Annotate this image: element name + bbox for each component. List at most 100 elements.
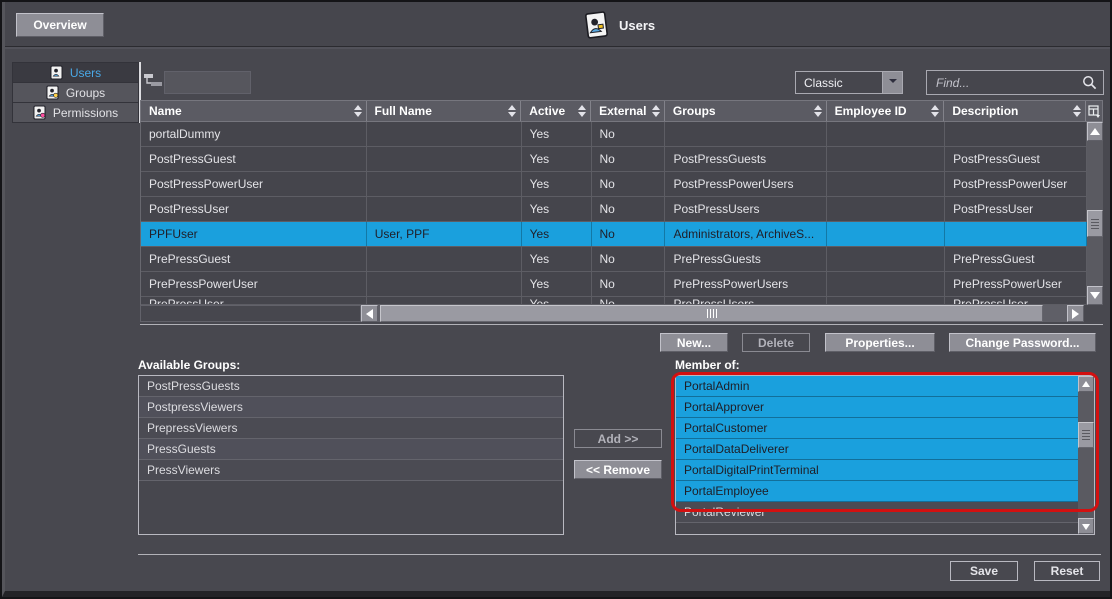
sort-icon[interactable] — [652, 105, 660, 117]
section-divider — [140, 324, 1103, 325]
available-group-PrepressViewers[interactable]: PrepressViewers — [139, 418, 563, 439]
available-groups-list[interactable]: PostPressGuestsPostpressViewersPrepressV… — [138, 375, 564, 535]
tree-hierarchy-icon[interactable] — [144, 73, 162, 88]
member-scroll-thumb[interactable] — [1078, 422, 1094, 448]
cell-external: No — [592, 247, 666, 271]
sort-icon[interactable] — [508, 105, 516, 117]
cell-employee-id — [827, 222, 945, 246]
table-row-PrePressPowerUser[interactable]: PrePressPowerUserYesNoPrePressPowerUsers… — [141, 272, 1087, 297]
table-row-portalDummy[interactable]: portalDummyYesNo — [141, 122, 1087, 147]
sidebar-item-label: Permissions — [53, 106, 118, 120]
cell-external: No — [592, 122, 666, 146]
member-group-PortalApprover[interactable]: PortalApprover — [676, 397, 1078, 418]
scroll-left-button[interactable] — [361, 305, 378, 322]
table-row-PostPressGuest[interactable]: PostPressGuestYesNoPostPressGuestsPostPr… — [141, 147, 1087, 172]
member-list-scrollbar[interactable] — [1078, 376, 1094, 534]
sort-icon[interactable] — [578, 105, 586, 117]
properties-button[interactable]: Properties... — [825, 333, 935, 352]
horizontal-scroll-thumb[interactable] — [380, 305, 1043, 322]
view-mode-value: Classic — [796, 76, 882, 90]
sort-icon[interactable] — [1073, 105, 1081, 117]
cell-groups: PrePressUsers — [665, 297, 827, 304]
table-horizontal-scrollbar[interactable] — [140, 305, 1103, 322]
cell-employee-id — [827, 122, 945, 146]
cell-employee-id — [827, 247, 945, 271]
remove-button[interactable]: << Remove — [574, 460, 662, 479]
vertical-scroll-thumb[interactable] — [1087, 210, 1103, 237]
cell-external: No — [592, 147, 666, 171]
cell-active: Yes — [522, 297, 592, 304]
cell-external: No — [592, 197, 666, 221]
view-mode-select[interactable]: Classic — [795, 71, 903, 94]
column-header-employee-id[interactable]: Employee ID — [827, 101, 945, 121]
column-header-external[interactable]: External — [591, 101, 665, 121]
table-vertical-scrollbar[interactable] — [1087, 122, 1103, 305]
member-group-PortalCustomer[interactable]: PortalCustomer — [676, 418, 1078, 439]
search-icon[interactable] — [1082, 75, 1097, 90]
table-row-PPFUser[interactable]: PPFUserUser, PPFYesNoAdministrators, Arc… — [141, 222, 1087, 247]
sort-icon[interactable] — [931, 105, 939, 117]
member-group-PortalEmployee[interactable]: PortalEmployee — [676, 481, 1078, 502]
table-row-PostPressUser[interactable]: PostPressUserYesNoPostPressUsersPostPres… — [141, 197, 1087, 222]
new-button[interactable]: New... — [660, 333, 728, 352]
column-config-button[interactable] — [1086, 101, 1102, 121]
scroll-up-button[interactable] — [1078, 376, 1094, 392]
column-header-groups[interactable]: Groups — [665, 101, 827, 121]
cell-external: No — [592, 272, 666, 296]
delete-button[interactable]: Delete — [742, 333, 810, 352]
add-button[interactable]: Add >> — [574, 429, 662, 448]
member-group-PortalDataDeliverer[interactable]: PortalDataDeliverer — [676, 439, 1078, 460]
cell-description: PrePressUser — [945, 297, 1087, 304]
sort-icon[interactable] — [814, 105, 822, 117]
table-row-PrePressGuest[interactable]: PrePressGuestYesNoPrePressGuestsPrePress… — [141, 247, 1087, 272]
save-button[interactable]: Save — [950, 561, 1018, 581]
member-of-list[interactable]: PortalAdminPortalApproverPortalCustomerP… — [675, 375, 1095, 535]
sidebar-item-users[interactable]: Users — [12, 62, 139, 82]
cell-employee-id — [827, 197, 945, 221]
available-group-PressGuests[interactable]: PressGuests — [139, 439, 563, 460]
member-group-PortalDigitalPrintTerminal[interactable]: PortalDigitalPrintTerminal — [676, 460, 1078, 481]
available-group-PostpressViewers[interactable]: PostpressViewers — [139, 397, 563, 418]
cell-groups: PostPressUsers — [665, 197, 827, 221]
column-header-name[interactable]: Name — [141, 101, 367, 121]
scroll-up-button[interactable] — [1087, 122, 1103, 141]
cell-name: PostPressGuest — [141, 147, 367, 171]
find-input[interactable]: Find... — [926, 70, 1104, 95]
sidebar-item-groups[interactable]: Groups — [12, 82, 139, 102]
column-header-description[interactable]: Description — [944, 101, 1086, 121]
app-window: Overview Users UsersGroupsPermissions Cl… — [2, 2, 1110, 597]
column-header-full-name[interactable]: Full Name — [367, 101, 522, 121]
table-row-PostPressPowerUser[interactable]: PostPressPowerUserYesNoPostPressPowerUse… — [141, 172, 1087, 197]
cell-groups — [665, 122, 827, 146]
table-row-PrePressUser[interactable]: PrePressUserYesNoPrePressUsersPrePressUs… — [141, 297, 1087, 305]
cell-employee-id — [827, 172, 945, 196]
member-group-PortalAdmin[interactable]: PortalAdmin — [676, 376, 1078, 397]
sort-icon[interactable] — [354, 105, 362, 117]
scroll-right-button[interactable] — [1067, 305, 1084, 322]
cell-employee-id — [827, 147, 945, 171]
change-password-button[interactable]: Change Password... — [949, 333, 1096, 352]
cell-active: Yes — [522, 272, 592, 296]
cell-active: Yes — [522, 197, 592, 221]
cell-groups: PostPressPowerUsers — [665, 172, 827, 196]
scroll-down-button[interactable] — [1087, 286, 1103, 305]
cell-full-name — [367, 197, 522, 221]
column-label: Full Name — [375, 104, 432, 118]
sidebar-item-permissions[interactable]: Permissions — [12, 102, 139, 123]
cell-full-name — [367, 172, 522, 196]
cell-employee-id — [827, 297, 945, 304]
reset-button[interactable]: Reset — [1034, 561, 1100, 581]
table-header-row: Name Full Name ActiveExternalGroupsEmploye… — [140, 100, 1103, 122]
member-group-PortalReviewer[interactable]: PortalReviewer — [676, 502, 1078, 523]
member-of-items: PortalAdminPortalApproverPortalCustomerP… — [676, 376, 1078, 534]
column-header-active[interactable]: Active — [521, 101, 591, 121]
available-group-PostPressGuests[interactable]: PostPressGuests — [139, 376, 563, 397]
dropdown-arrow-icon[interactable] — [882, 72, 902, 93]
column-config-icon — [1088, 105, 1101, 118]
cell-external: No — [592, 222, 666, 246]
available-group-PressViewers[interactable]: PressViewers — [139, 460, 563, 481]
scroll-down-button[interactable] — [1078, 518, 1094, 534]
cell-active: Yes — [522, 147, 592, 171]
find-placeholder: Find... — [936, 76, 1082, 90]
overview-button[interactable]: Overview — [16, 13, 104, 37]
